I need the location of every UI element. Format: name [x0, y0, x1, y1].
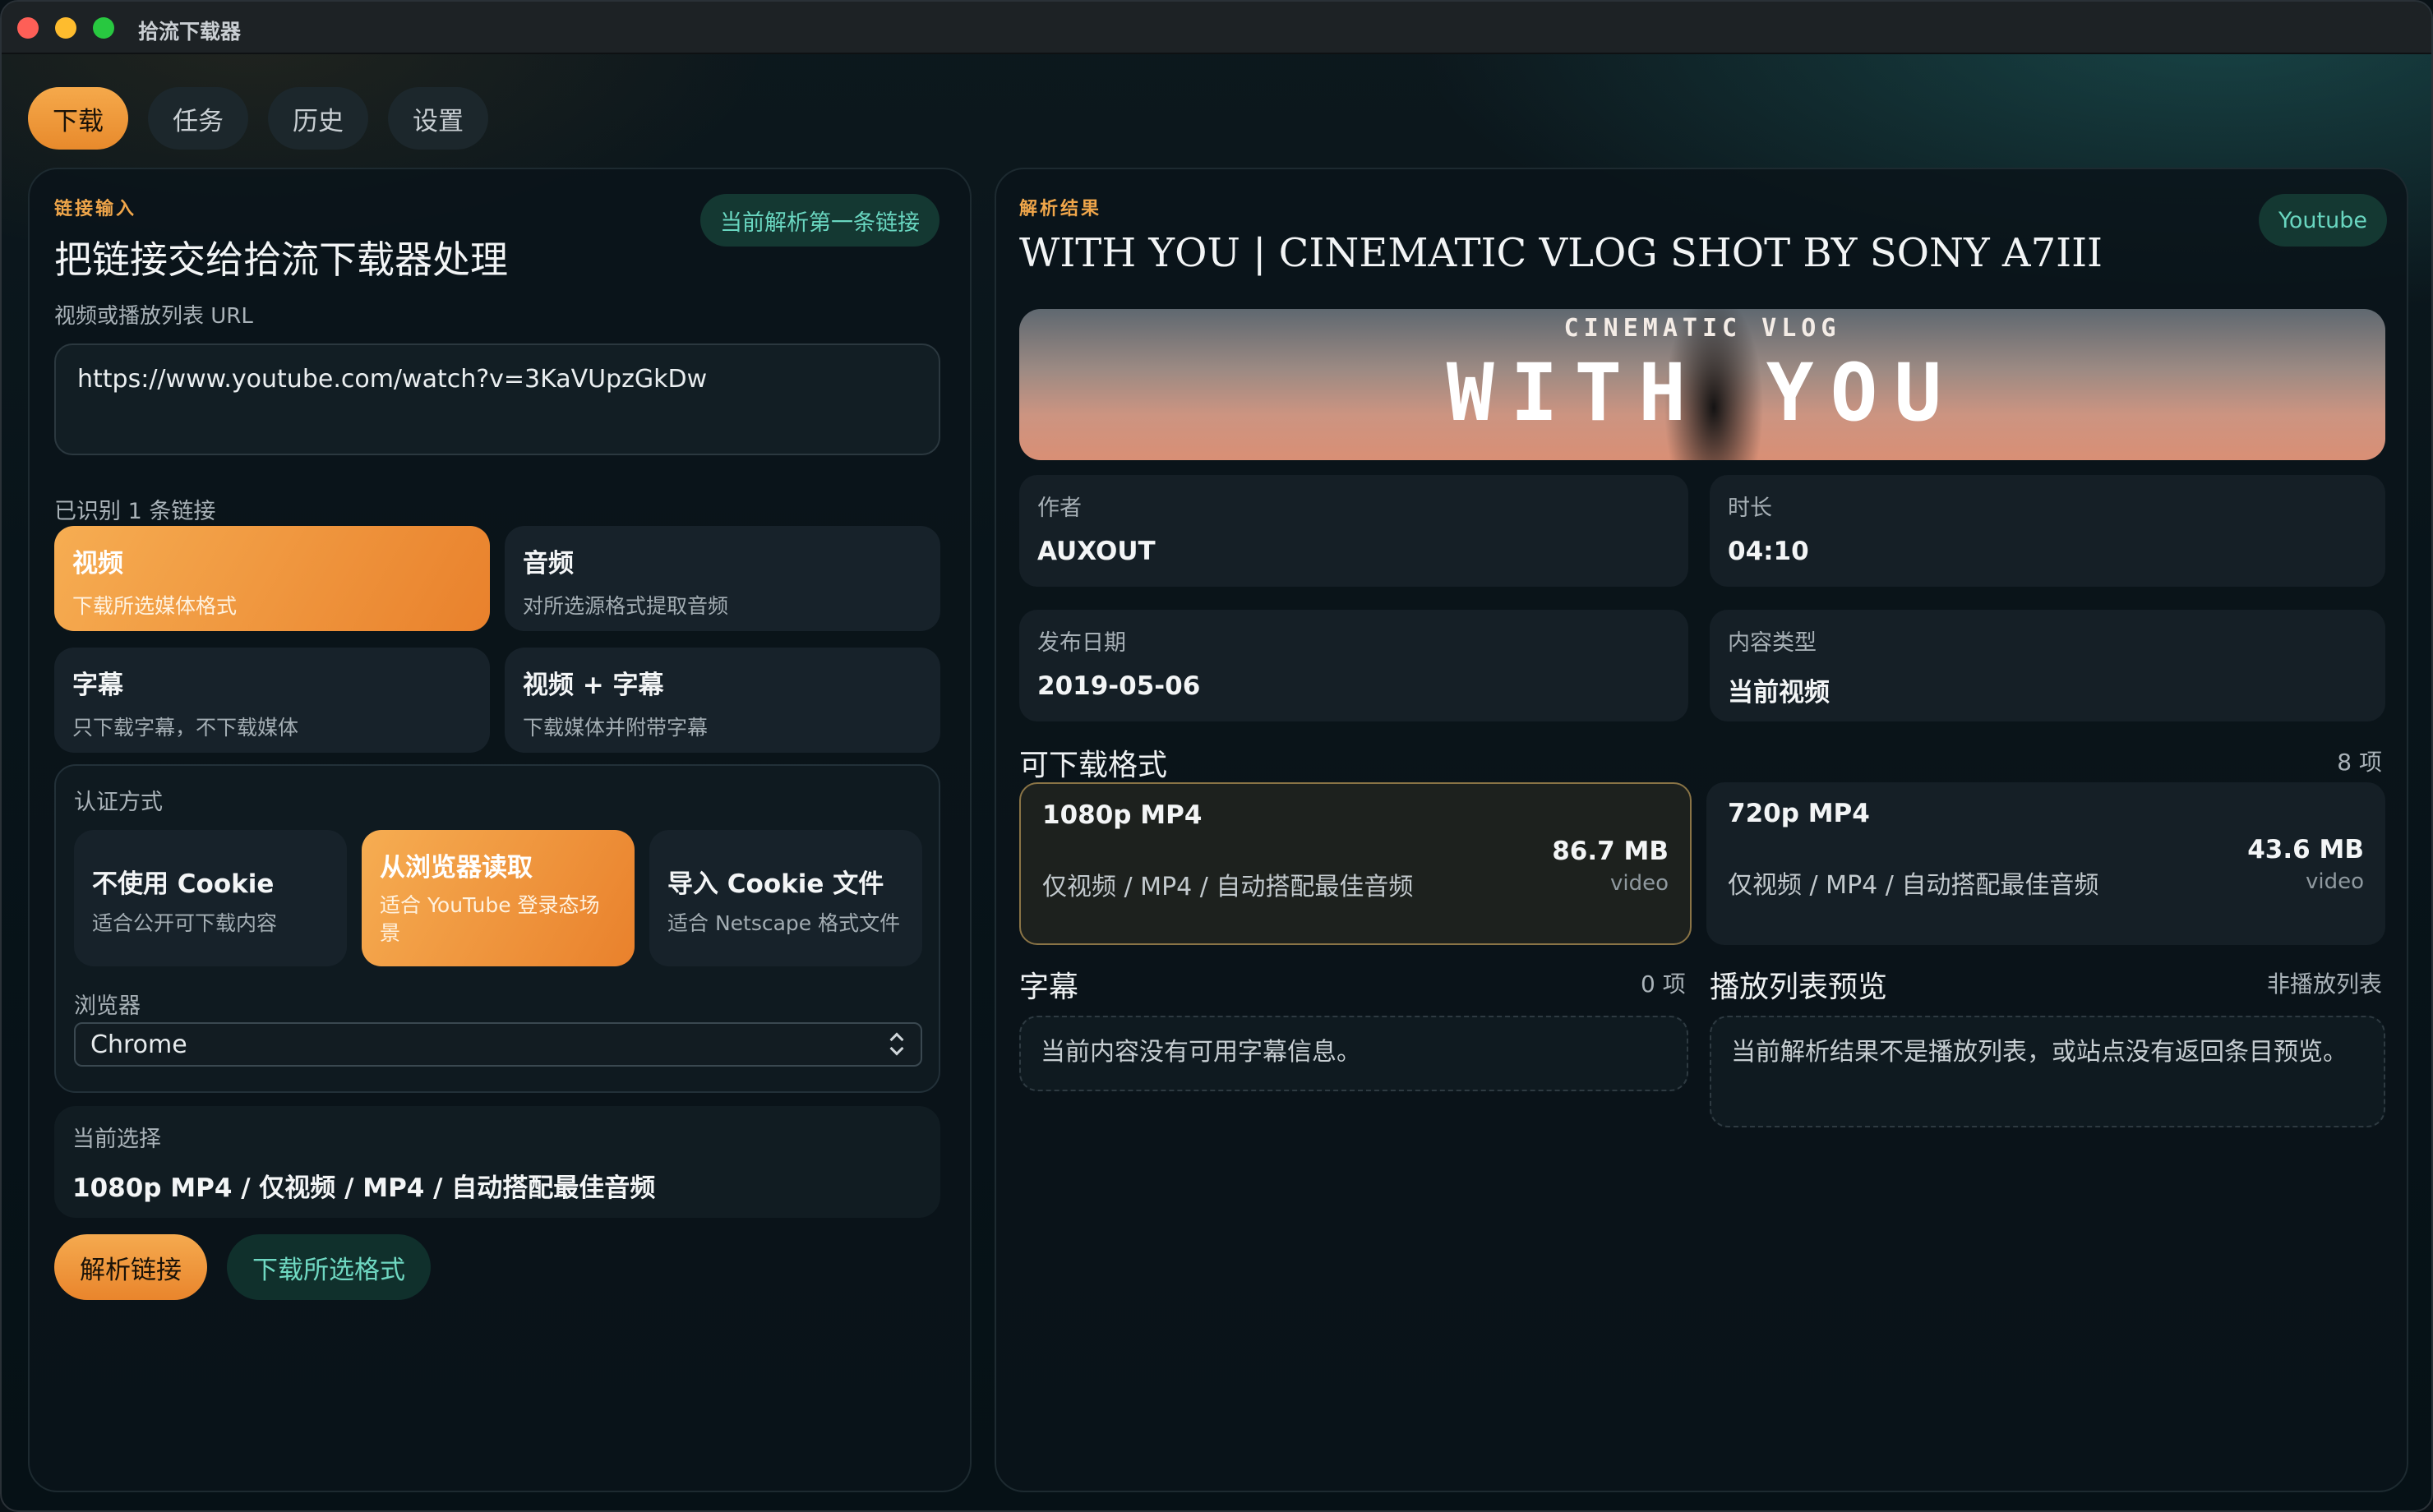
link-input-heading: 把链接交给拾流下载器处理 — [54, 237, 508, 282]
mode-video-subtitle-title: 视频 + 字幕 — [523, 671, 664, 700]
auth-label: 认证方式 — [74, 790, 163, 815]
format-720p-desc: 仅视频 / MP4 / 自动搭配最佳音频 — [1728, 871, 2099, 900]
auth-browser-title: 从浏览器读取 — [380, 853, 533, 883]
meta-publish-date-value: 2019-05-06 — [1037, 671, 1201, 701]
mode-video-subtitle-desc: 下载媒体并附带字幕 — [523, 716, 709, 740]
tab-tasks[interactable]: 任务 — [148, 87, 248, 150]
platform-badge: Youtube — [2259, 194, 2387, 247]
mode-video-title: 视频 — [72, 549, 123, 579]
meta-content-type-key: 内容类型 — [1728, 630, 1817, 656]
format-720p-size: 43.6 MB — [2247, 835, 2364, 864]
auth-no-cookie-desc: 适合公开可下载内容 — [92, 911, 278, 935]
meta-duration-key: 时长 — [1728, 496, 1772, 521]
auth-browser-card[interactable]: 从浏览器读取 适合 YouTube 登录态场景 — [362, 830, 635, 966]
meta-content-type: 内容类型 当前视频 — [1710, 610, 2385, 721]
current-selection-value: 1080p MP4 / 仅视频 / MP4 / 自动搭配最佳音频 — [72, 1173, 656, 1203]
mode-audio-desc: 对所选源格式提取音频 — [523, 594, 729, 618]
format-1080p-title: 1080p MP4 — [1042, 800, 1203, 830]
playlist-heading: 播放列表预览 — [1710, 970, 1888, 1004]
auth-browser-desc: 适合 YouTube 登录态场景 — [380, 893, 600, 945]
format-1080p-size: 86.7 MB — [1552, 837, 1669, 866]
link-input-eyebrow: 链接输入 — [54, 199, 137, 219]
current-selection-label: 当前选择 — [72, 1127, 161, 1152]
app-window: 拾流下载器 下载 任务 历史 设置 链接输入 把链接交给拾流下载器处理 当前解析… — [0, 0, 2433, 1512]
thumbnail-big-text: WITH YOU — [1446, 347, 1959, 439]
playlist-empty-state: 当前解析结果不是播放列表，或站点没有返回条目预览。 — [1710, 1016, 2385, 1127]
close-window-button[interactable] — [17, 17, 39, 39]
auth-no-cookie-card[interactable]: 不使用 Cookie 适合公开可下载内容 — [74, 830, 347, 966]
formats-count: 8 项 — [2337, 749, 2382, 776]
mode-audio-title: 音频 — [523, 549, 574, 579]
browser-select-value: Chrome — [90, 1030, 187, 1059]
meta-duration-value: 04:10 — [1728, 537, 1809, 566]
url-input[interactable]: https://www.youtube.com/watch?v=3KaVUpzG… — [54, 343, 940, 455]
subtitles-count: 0 项 — [1641, 970, 1686, 998]
mode-video-card[interactable]: 视频 下载所选媒体格式 — [54, 526, 490, 631]
auth-cookie-file-desc: 适合 Netscape 格式文件 — [667, 911, 901, 935]
chevron-updown-icon — [888, 1030, 906, 1058]
mode-video-desc: 下载所选媒体格式 — [72, 594, 238, 618]
meta-author-value: AUXOUT — [1037, 537, 1156, 566]
minimize-window-button[interactable] — [55, 17, 76, 39]
url-label: 视频或播放列表 URL — [54, 304, 253, 329]
meta-author-key: 作者 — [1037, 496, 1082, 521]
tab-history[interactable]: 历史 — [268, 87, 368, 150]
browser-select[interactable]: Chrome — [74, 1022, 922, 1067]
video-title: WITH YOU | CINEMATIC VLOG SHOT BY SONY A… — [1019, 230, 2103, 276]
parse-result-eyebrow: 解析结果 — [1019, 199, 1102, 219]
subtitles-empty-state: 当前内容没有可用字幕信息。 — [1019, 1016, 1688, 1091]
playlist-count: 非播放列表 — [2266, 970, 2382, 998]
format-card-1080p[interactable]: 1080p MP4 86.7 MB video 仅视频 / MP4 / 自动搭配… — [1019, 782, 1692, 945]
window-title: 拾流下载器 — [138, 20, 242, 44]
auth-cookie-file-card[interactable]: 导入 Cookie 文件 适合 Netscape 格式文件 — [649, 830, 922, 966]
mode-audio-card[interactable]: 音频 对所选源格式提取音频 — [505, 526, 940, 631]
auth-no-cookie-title: 不使用 Cookie — [92, 869, 275, 899]
auth-cookie-file-title: 导入 Cookie 文件 — [667, 869, 884, 899]
mode-video-subtitle-card[interactable]: 视频 + 字幕 下载媒体并附带字幕 — [505, 648, 940, 753]
mode-subtitle-title: 字幕 — [72, 671, 123, 700]
formats-heading: 可下载格式 — [1019, 749, 1168, 782]
meta-duration: 时长 04:10 — [1710, 475, 2385, 587]
mode-subtitle-desc: 只下载字幕，不下载媒体 — [72, 716, 299, 740]
parse-hint-badge: 当前解析第一条链接 — [700, 194, 939, 247]
main-tabs: 下载 任务 历史 设置 — [28, 87, 488, 150]
meta-content-type-value: 当前视频 — [1728, 678, 1830, 708]
format-720p-title: 720p MP4 — [1728, 799, 1870, 828]
video-thumbnail: CINEMATIC VLOG WITH YOU — [1019, 309, 2385, 460]
meta-publish-date-key: 发布日期 — [1037, 630, 1126, 656]
format-1080p-type: video — [1609, 871, 1669, 896]
tab-settings[interactable]: 设置 — [388, 87, 488, 150]
mode-subtitle-card[interactable]: 字幕 只下载字幕，不下载媒体 — [54, 648, 490, 753]
thumbnail-small-text: CINEMATIC VLOG — [1563, 314, 1841, 343]
parse-result-panel: 解析结果 WITH YOU | CINEMATIC VLOG SHOT BY S… — [995, 168, 2408, 1492]
parse-link-button[interactable]: 解析链接 — [54, 1234, 207, 1300]
tab-download[interactable]: 下载 — [28, 87, 128, 150]
download-selected-button[interactable]: 下载所选格式 — [227, 1234, 431, 1300]
current-selection-box: 当前选择 1080p MP4 / 仅视频 / MP4 / 自动搭配最佳音频 — [54, 1106, 940, 1218]
link-input-panel: 链接输入 把链接交给拾流下载器处理 当前解析第一条链接 视频或播放列表 URL … — [28, 168, 972, 1492]
meta-publish-date: 发布日期 2019-05-06 — [1019, 610, 1688, 721]
recognized-count: 已识别 1 条链接 — [54, 499, 216, 524]
browser-label: 浏览器 — [74, 993, 141, 1019]
format-720p-type: video — [2305, 869, 2364, 894]
format-card-720p[interactable]: 720p MP4 43.6 MB video 仅视频 / MP4 / 自动搭配最… — [1706, 782, 2385, 945]
format-1080p-desc: 仅视频 / MP4 / 自动搭配最佳音频 — [1042, 873, 1414, 901]
zoom-window-button[interactable] — [93, 17, 114, 39]
auth-section: 认证方式 不使用 Cookie 适合公开可下载内容 从浏览器读取 适合 YouT… — [54, 764, 940, 1093]
subtitles-heading: 字幕 — [1019, 970, 1079, 1004]
title-bar: 拾流下载器 — [2, 2, 2431, 54]
meta-author: 作者 AUXOUT — [1019, 475, 1688, 587]
